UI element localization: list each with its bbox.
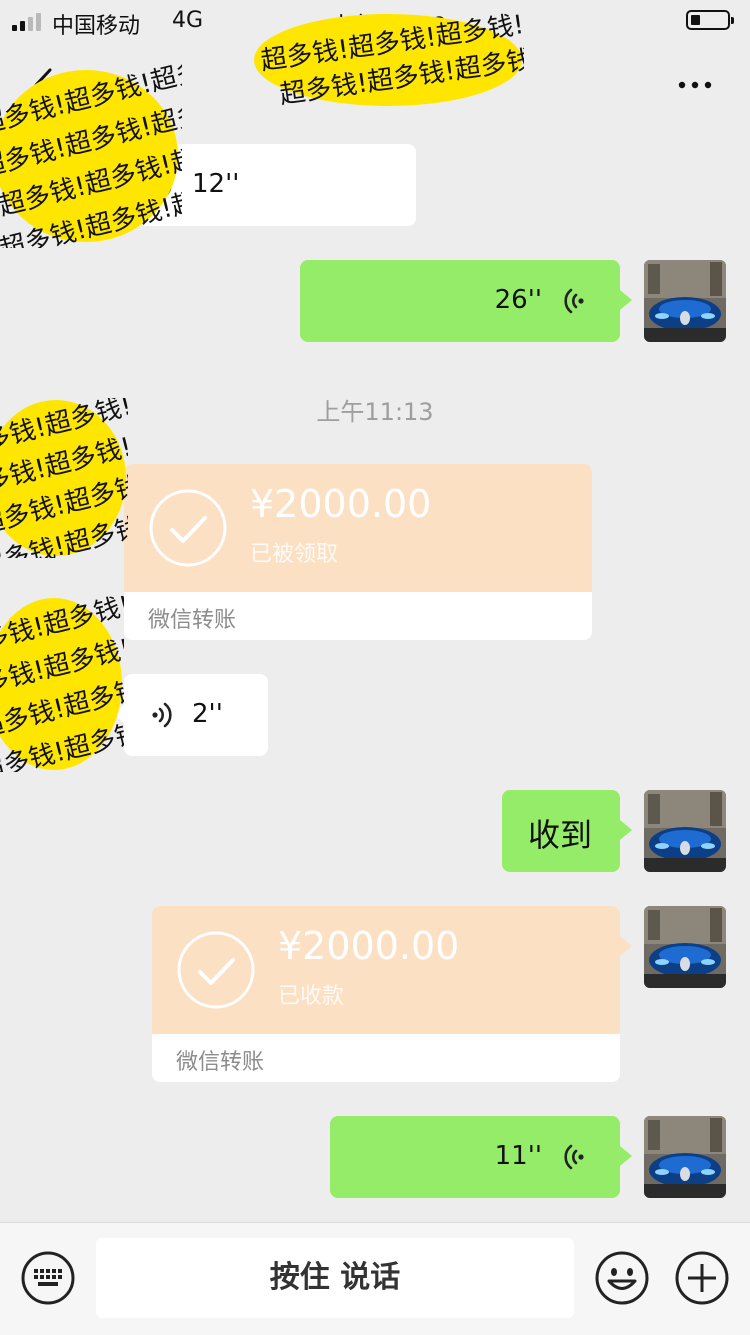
- signal-icon: [12, 11, 48, 31]
- censor-sticker: 超多钱!超多钱!超多钱! 超多钱!超多钱!超多钱! 超多钱!超多钱!超多钱! 超…: [0, 596, 124, 772]
- keyboard-toggle-button[interactable]: [20, 1250, 76, 1306]
- emoji-button[interactable]: [594, 1250, 650, 1306]
- voice-duration: 12'': [192, 169, 240, 199]
- more-dots-icon: [678, 81, 712, 89]
- voice-duration: 11'': [494, 1141, 542, 1171]
- car-photo: [644, 906, 726, 988]
- hold-to-talk-button[interactable]: 按住 说话: [96, 1238, 574, 1318]
- transfer-footer: 微信转账: [148, 608, 237, 633]
- battery-icon: [686, 10, 734, 30]
- transfer-status: 已被领取: [250, 542, 339, 567]
- transfer-amount: ¥2000.00: [250, 482, 432, 526]
- text-message-right[interactable]: 收到: [502, 790, 632, 872]
- avatar[interactable]: [644, 790, 726, 872]
- censor-sticker: 超多钱!超多钱!超多钱! 超多钱!超多钱!超多钱! 超多钱!超多钱!超多钱! 超…: [0, 398, 128, 558]
- voice-message-left[interactable]: 2'': [113, 674, 268, 756]
- more-button[interactable]: [674, 64, 716, 106]
- transfer-card-left[interactable]: ¥2000.00 已被领取 微信转账: [124, 464, 592, 640]
- keyboard-icon: [21, 1251, 75, 1305]
- carrier-label: 中国移动: [52, 14, 141, 39]
- car-photo: [644, 1116, 726, 1198]
- emoji-icon: [595, 1251, 649, 1305]
- avatar[interactable]: [644, 260, 726, 342]
- voice-message-right[interactable]: 11'': [330, 1116, 632, 1198]
- voice-duration: 26'': [494, 285, 542, 315]
- check-circle-icon: [177, 931, 255, 1009]
- transfer-status: 已收款: [278, 984, 345, 1009]
- network-label: 4G: [172, 8, 204, 33]
- plus-button[interactable]: [674, 1250, 730, 1306]
- transfer-footer: 微信转账: [176, 1050, 265, 1075]
- voice-wave-icon: [152, 702, 172, 728]
- censor-sticker: 超多钱!超多钱!超多钱! 超多钱!超多钱!超多钱!: [252, 10, 524, 110]
- car-photo: [644, 260, 726, 342]
- transfer-card-right[interactable]: ¥2000.00 已收款 微信转账: [152, 906, 632, 1082]
- car-photo: [644, 790, 726, 872]
- avatar[interactable]: [644, 906, 726, 988]
- voice-duration: 2'': [192, 699, 223, 729]
- plus-icon: [675, 1251, 729, 1305]
- check-circle-icon: [149, 489, 227, 567]
- censor-sticker: 超多钱!超多钱!超多钱! 超多钱!超多钱!超多钱! 超多钱!超多钱!超多钱! 超…: [0, 64, 182, 248]
- voice-message-right[interactable]: 26'': [300, 260, 632, 342]
- transfer-amount: ¥2000.00: [278, 924, 460, 968]
- message-text: 收到: [528, 816, 593, 854]
- voice-wave-icon: [564, 1144, 584, 1170]
- voice-wave-icon: [564, 288, 584, 314]
- avatar[interactable]: [644, 1116, 726, 1198]
